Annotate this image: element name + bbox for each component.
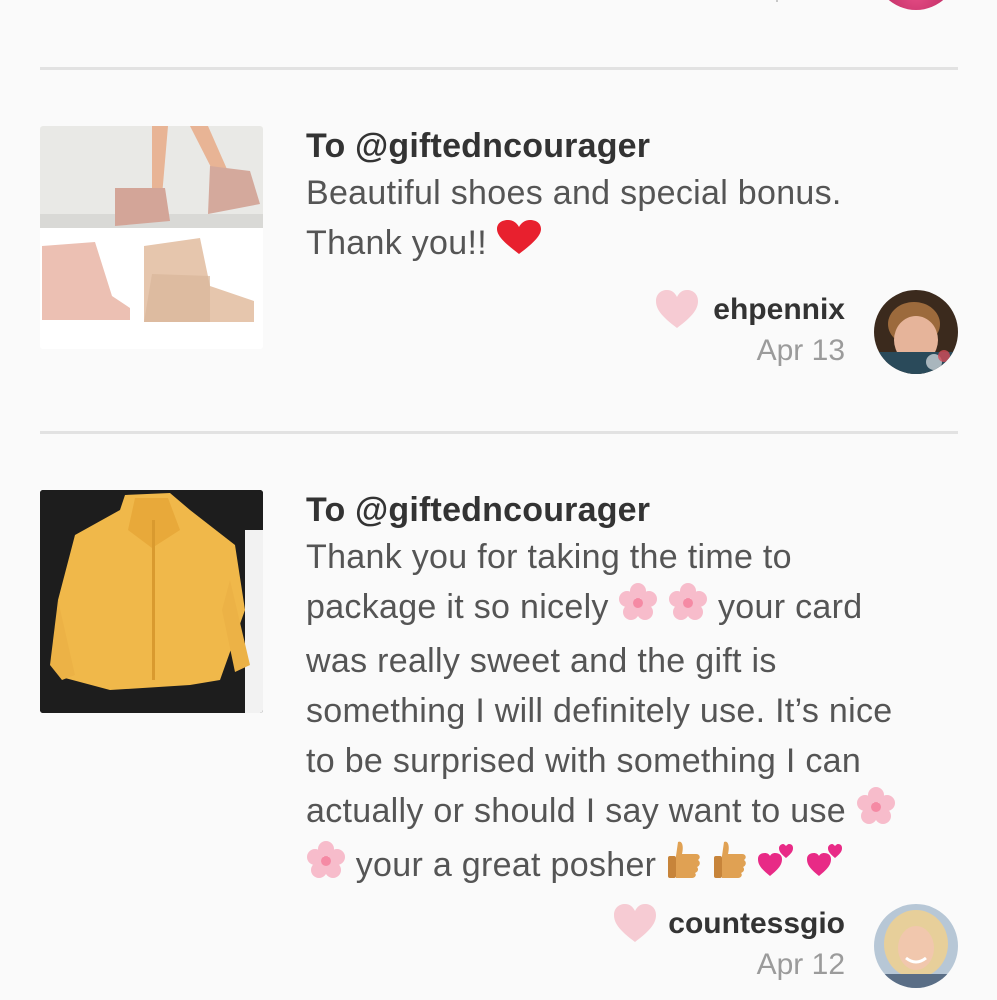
two-hearts-emoji xyxy=(807,840,847,894)
message-line: something I will definitely use. It’s ni… xyxy=(306,692,893,731)
reviewer-username[interactable]: ehpennix xyxy=(713,292,845,328)
like-heart-icon[interactable] xyxy=(656,290,698,330)
listing-photo[interactable] xyxy=(40,490,263,713)
cherry-blossom-emoji xyxy=(306,840,346,894)
reviewer-username[interactable]: countessgio xyxy=(668,906,845,942)
previous-review-fragment xyxy=(776,0,788,2)
cherry-blossom-emoji xyxy=(618,582,658,636)
review-message: Beautiful shoes and special bonus. Thank… xyxy=(306,168,966,270)
message-line: Beautiful shoes and special bonus. xyxy=(306,174,842,212)
divider xyxy=(40,431,958,434)
message-line: package it so nicely your card xyxy=(306,582,966,636)
cherry-blossom-emoji xyxy=(856,786,896,840)
two-hearts-emoji xyxy=(757,840,798,894)
message-line: to be surprised with something I can xyxy=(306,742,862,781)
cherry-blossom-emoji xyxy=(668,582,708,636)
message-line: Thank you!! xyxy=(306,218,966,270)
review-message: Thank you for taking the time to package… xyxy=(306,532,966,894)
like-heart-icon[interactable] xyxy=(614,904,656,944)
red-heart-emoji xyxy=(496,220,541,270)
message-line: Thank you for taking the time to xyxy=(306,538,792,576)
review-date: Apr 13 xyxy=(756,334,845,367)
thumbs-up-emoji xyxy=(666,840,702,894)
listing-photo[interactable] xyxy=(40,126,263,349)
reviewer-avatar[interactable] xyxy=(874,904,958,988)
divider xyxy=(40,67,958,70)
reviewer-avatar[interactable] xyxy=(874,290,958,374)
previous-review-avatar[interactable] xyxy=(874,0,958,10)
message-line: your a great posher xyxy=(306,840,966,894)
review-recipient[interactable]: To @giftedncourager xyxy=(306,490,966,530)
review-date: Apr 12 xyxy=(756,948,845,981)
thumbs-up-emoji xyxy=(712,840,748,894)
message-line: actually or should I say want to use xyxy=(306,786,966,840)
review-recipient[interactable]: To @giftedncourager xyxy=(306,126,966,166)
message-line: was really sweet and the gift is xyxy=(306,642,777,681)
